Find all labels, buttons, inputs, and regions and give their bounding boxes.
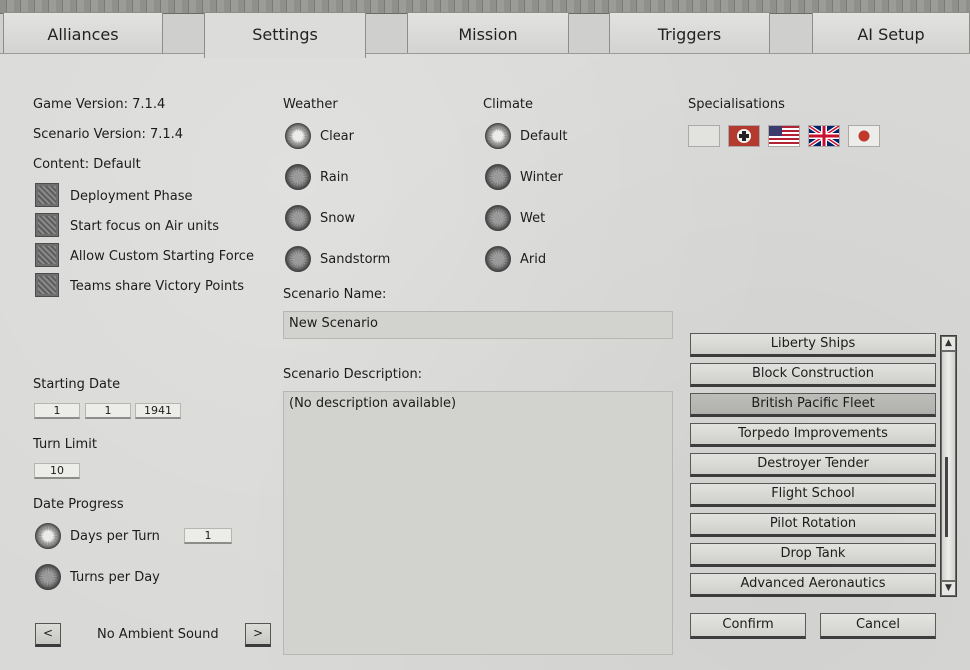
allow-custom-force-checkbox[interactable]	[35, 243, 59, 267]
climate-arid-label: Arid	[520, 252, 547, 267]
turns-per-day-label: Turns per Day	[70, 570, 160, 585]
turns-per-day-radio[interactable]	[35, 564, 61, 590]
spec-list-item[interactable]: Destroyer Tender	[690, 453, 936, 477]
date-progress-label: Date Progress	[33, 497, 124, 512]
uk-flag-icon[interactable]	[808, 125, 840, 147]
scroll-up-icon[interactable]: ▲	[942, 337, 955, 350]
start-year-field[interactable]: 1941	[135, 403, 181, 419]
spec-list-item[interactable]: Liberty Ships	[690, 333, 936, 357]
turn-limit-label: Turn Limit	[33, 437, 97, 452]
spec-list-item[interactable]: Drop Tank	[690, 543, 936, 567]
scroll-thumb[interactable]	[942, 352, 955, 580]
game-version-label: Game Version: 7.1.4	[33, 97, 166, 112]
scroll-grip	[945, 457, 948, 537]
starting-date-label: Starting Date	[33, 377, 121, 392]
start-focus-air-label: Start focus on Air units	[70, 219, 219, 234]
climate-wet-label: Wet	[520, 211, 546, 226]
ambient-sound-label: No Ambient Sound	[97, 627, 219, 642]
scenario-version-label: Scenario Version: 7.1.4	[33, 127, 184, 142]
days-per-turn-radio[interactable]	[35, 523, 61, 549]
start-month-field[interactable]: 1	[85, 403, 131, 419]
scenario-name-field[interactable]: New Scenario	[283, 311, 673, 339]
weather-snow-label: Snow	[320, 211, 356, 226]
spec-list-scrollbar[interactable]: ▲ ▼	[940, 335, 957, 597]
spec-list-item[interactable]: Flight School	[690, 483, 936, 507]
weather-snow-radio[interactable]	[285, 205, 311, 231]
confirm-button[interactable]: Confirm	[690, 613, 806, 639]
usa-flag-icon[interactable]	[768, 125, 800, 147]
weather-sandstorm-radio[interactable]	[285, 246, 311, 272]
spec-list-item[interactable]: Advanced Aeronautics	[690, 573, 936, 597]
weather-rain-label: Rain	[320, 170, 349, 185]
tab-triggers[interactable]: Triggers	[609, 12, 770, 54]
japan-flag-icon[interactable]	[848, 125, 880, 147]
tab-alliances[interactable]: Alliances	[3, 12, 163, 54]
scroll-down-icon[interactable]: ▼	[942, 582, 955, 595]
specialisations-title: Specialisations	[688, 97, 785, 112]
tab-mission[interactable]: Mission	[407, 12, 569, 54]
spec-list-item-selected[interactable]: British Pacific Fleet	[690, 393, 936, 417]
climate-wet-radio[interactable]	[485, 205, 511, 231]
weather-clear-radio[interactable]	[285, 123, 311, 149]
start-day-field[interactable]: 1	[34, 403, 80, 419]
cancel-button[interactable]: Cancel	[820, 613, 936, 639]
climate-winter-label: Winter	[520, 170, 563, 185]
weather-title: Weather	[283, 97, 338, 112]
teams-share-vp-label: Teams share Victory Points	[70, 279, 245, 294]
content-label: Content: Default	[33, 157, 141, 172]
days-per-turn-label: Days per Turn	[70, 529, 160, 544]
weather-sandstorm-label: Sandstorm	[320, 252, 391, 267]
teams-share-vp-checkbox[interactable]	[35, 273, 59, 297]
tab-ai-setup[interactable]: AI Setup	[812, 12, 970, 54]
sound-next-button[interactable]: >	[245, 623, 271, 647]
scenario-description-label: Scenario Description:	[283, 367, 423, 382]
weather-rain-radio[interactable]	[285, 164, 311, 190]
neutral-flag-icon[interactable]	[688, 125, 720, 147]
climate-winter-radio[interactable]	[485, 164, 511, 190]
tab-settings[interactable]: Settings	[204, 12, 366, 58]
sound-prev-button[interactable]: <	[35, 623, 61, 647]
spec-list-item[interactable]: Block Construction	[690, 363, 936, 387]
spec-list-item[interactable]: Torpedo Improvements	[690, 423, 936, 447]
climate-arid-radio[interactable]	[485, 246, 511, 272]
climate-default-label: Default	[520, 129, 568, 144]
deployment-phase-checkbox[interactable]	[35, 183, 59, 207]
deployment-phase-label: Deployment Phase	[70, 189, 193, 204]
climate-default-radio[interactable]	[485, 123, 511, 149]
spec-list-item[interactable]: Pilot Rotation	[690, 513, 936, 537]
german-cross-flag-icon[interactable]	[728, 125, 760, 147]
turn-limit-field[interactable]: 10	[34, 463, 80, 479]
allow-custom-force-label: Allow Custom Starting Force	[70, 249, 254, 264]
scenario-name-label: Scenario Name:	[283, 287, 387, 302]
days-per-turn-field[interactable]: 1	[184, 528, 232, 544]
start-focus-air-checkbox[interactable]	[35, 213, 59, 237]
weather-clear-label: Clear	[320, 129, 354, 144]
climate-title: Climate	[483, 97, 534, 112]
scenario-description-field[interactable]: (No description available)	[283, 391, 673, 655]
